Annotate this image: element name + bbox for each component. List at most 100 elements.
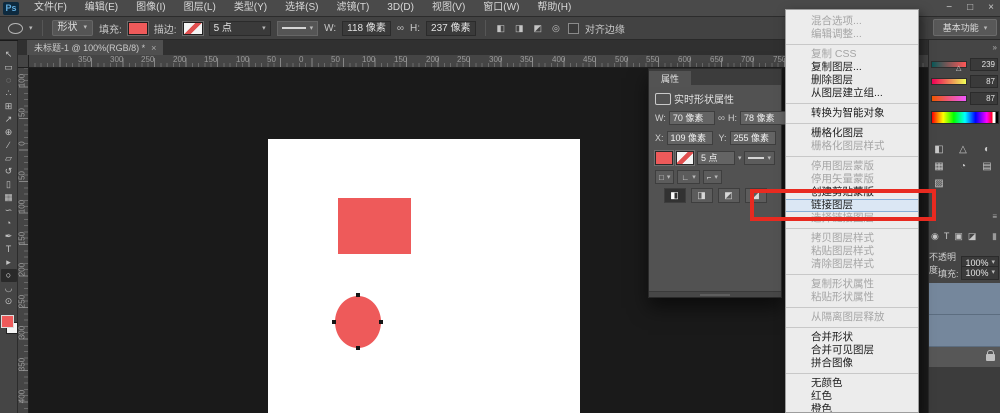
collapse-panels-icon[interactable]: » [993, 43, 997, 52]
layer-filter-icon[interactable]: ▣ [954, 231, 963, 242]
filter-toggle-icon[interactable]: ▮ [992, 231, 997, 242]
corner-radius-stepper[interactable]: □▾ [655, 170, 674, 184]
context-menu-item[interactable]: 删除图层 [786, 74, 918, 87]
stroke-style-button[interactable]: ▾ [277, 21, 319, 36]
link-dimensions-icon[interactable]: ∞ [397, 23, 404, 34]
vertical-ruler[interactable]: 10050050100150200250300350400 [18, 55, 29, 413]
layer-filter-icon[interactable]: ◉ [931, 231, 939, 242]
stroke-swatch[interactable] [676, 151, 694, 165]
context-menu-item[interactable]: 栅格化图层 [786, 127, 918, 140]
layer-filter-icon[interactable]: ◪ [968, 231, 977, 242]
context-menu-item[interactable]: 红色 [786, 390, 918, 403]
context-menu-item[interactable]: 从隔离图层释放 [786, 311, 918, 324]
shape-w-field[interactable]: 70 像素 [669, 111, 715, 125]
shape-width-field[interactable]: 118 像素 [342, 21, 391, 36]
stroke-width-field[interactable]: 5 点 [697, 151, 735, 165]
brush-tool[interactable]: ∕ [1, 139, 17, 152]
color-slider[interactable]: 239 [931, 56, 999, 73]
foreground-color-swatch[interactable] [1, 315, 14, 328]
corner-radius-stepper[interactable]: ⌐▾ [703, 170, 722, 184]
fill-color-swatch[interactable] [128, 22, 148, 35]
menubar-item[interactable]: 文件(F) [25, 0, 76, 16]
move-tool[interactable]: ↖ [1, 48, 17, 61]
context-menu-item[interactable]: 清除图层样式 [786, 258, 918, 271]
menubar-item[interactable]: 窗口(W) [474, 0, 528, 16]
restore-button[interactable]: □ [967, 0, 973, 15]
context-menu-item[interactable]: 混合选项... [786, 15, 918, 28]
stroke-width-field[interactable]: 5 点 ▾ [209, 21, 271, 36]
context-menu-item[interactable]: 复制 CSS [786, 48, 918, 61]
layer-row-selected[interactable] [929, 283, 1000, 315]
eraser-tool[interactable]: ▯ [1, 178, 17, 191]
close-button[interactable]: × [988, 0, 994, 15]
path-operation-icon[interactable]: ◩ [532, 23, 545, 34]
context-menu-item[interactable]: 拷贝图层样式 [786, 232, 918, 245]
slider-value-field[interactable]: 239 [970, 58, 998, 71]
zoom-tool[interactable]: ⊙ [1, 295, 17, 308]
document-tab[interactable]: 未标题-1 @ 100%(RGB/8) * × [27, 40, 163, 55]
pathop-button[interactable]: ◨ [691, 188, 713, 203]
lasso-tool[interactable]: ◌ [1, 74, 17, 87]
pathop-button[interactable]: ◧ [664, 188, 686, 203]
shape-x-field[interactable]: 109 像素 [667, 131, 713, 145]
crop-tool[interactable]: ⊞ [1, 100, 17, 113]
path-operation-icon[interactable]: ◧ [495, 23, 508, 34]
quick-selection-tool[interactable]: ∴ [1, 87, 17, 100]
menubar-item[interactable]: 3D(D) [378, 0, 423, 16]
context-menu-item[interactable]: 橙色 [786, 403, 918, 413]
context-menu-item[interactable]: 转换为智能对象 [786, 107, 918, 120]
align-edges-checkbox[interactable] [568, 23, 579, 34]
menubar-item[interactable]: 视图(V) [423, 0, 474, 16]
menubar-item[interactable]: 滤镜(T) [328, 0, 379, 16]
context-menu-item[interactable]: 合并形状 [786, 331, 918, 344]
link-wh-icon[interactable]: ∞ [718, 113, 725, 124]
context-menu-item[interactable]: 从图层建立组... [786, 87, 918, 100]
stroke-color-swatch[interactable] [183, 22, 203, 35]
context-menu-item[interactable]: 粘贴图层样式 [786, 245, 918, 258]
fill-field[interactable]: 100% ▾ [961, 266, 999, 280]
layers-panel-menu-icon[interactable]: ≡ [992, 212, 997, 221]
rectangular-marquee-tool[interactable]: ▭ [1, 61, 17, 74]
ellipse-tool[interactable]: ○ [1, 269, 17, 282]
ellipse-shape[interactable] [335, 296, 381, 348]
anchor-point-left[interactable] [332, 320, 336, 324]
slider-value-field[interactable]: 87 [970, 92, 998, 105]
workspace-switcher[interactable]: 基本功能 ▾ [933, 19, 997, 36]
menubar-item[interactable]: 图层(L) [175, 0, 225, 16]
minimize-button[interactable]: − [946, 0, 952, 15]
shape-mode-select[interactable]: 形状 ▾ [52, 20, 94, 36]
stroke-type-button[interactable]: ▾ [744, 151, 775, 165]
canvas-document[interactable] [268, 139, 580, 413]
pen-tool[interactable]: ✒ [1, 230, 17, 243]
background-layer-row[interactable] [929, 347, 1000, 367]
color-slider[interactable]: 87 [931, 73, 999, 90]
gradient-tool[interactable]: ▦ [1, 191, 17, 204]
adjustment-icon[interactable]: ▨ [933, 178, 945, 189]
menubar-item[interactable]: 类型(Y) [225, 0, 276, 16]
fill-swatch[interactable] [655, 151, 673, 165]
current-tool-icon[interactable] [8, 23, 23, 34]
history-brush-tool[interactable]: ↺ [1, 165, 17, 178]
path-operation-icon[interactable]: ◨ [513, 23, 526, 34]
tab-properties[interactable]: 属性 [649, 71, 691, 87]
menubar-item[interactable]: 编辑(E) [76, 0, 127, 16]
menubar-item[interactable]: 选择(S) [276, 0, 327, 16]
adjustment-icon[interactable]: ◧ [933, 144, 945, 155]
adjustment-icon[interactable]: △ [957, 144, 969, 155]
rectangle-shape[interactable] [338, 198, 411, 254]
ruler-origin-corner[interactable] [18, 55, 29, 68]
context-menu-item[interactable]: 停用矢量蒙版 [786, 173, 918, 186]
panel-resize-bar[interactable] [649, 291, 781, 297]
clone-stamp-tool[interactable]: ▱ [1, 152, 17, 165]
context-menu-item[interactable]: 拼合图像 [786, 357, 918, 370]
blur-tool[interactable]: ∽ [1, 204, 17, 217]
chevron-down-icon[interactable]: ▾ [738, 154, 742, 162]
context-menu-item[interactable]: 复制图层... [786, 61, 918, 74]
corner-radius-stepper[interactable]: ∟▾ [677, 170, 699, 184]
adjustment-icon[interactable]: ▤ [981, 161, 993, 172]
context-menu-item[interactable]: 无颜色 [786, 377, 918, 390]
shape-y-field[interactable]: 255 像素 [730, 131, 776, 145]
anchor-point-bottom[interactable] [356, 346, 360, 350]
context-menu-item[interactable]: 停用图层蒙版 [786, 160, 918, 173]
context-menu-item[interactable]: 栅格化图层样式 [786, 140, 918, 153]
